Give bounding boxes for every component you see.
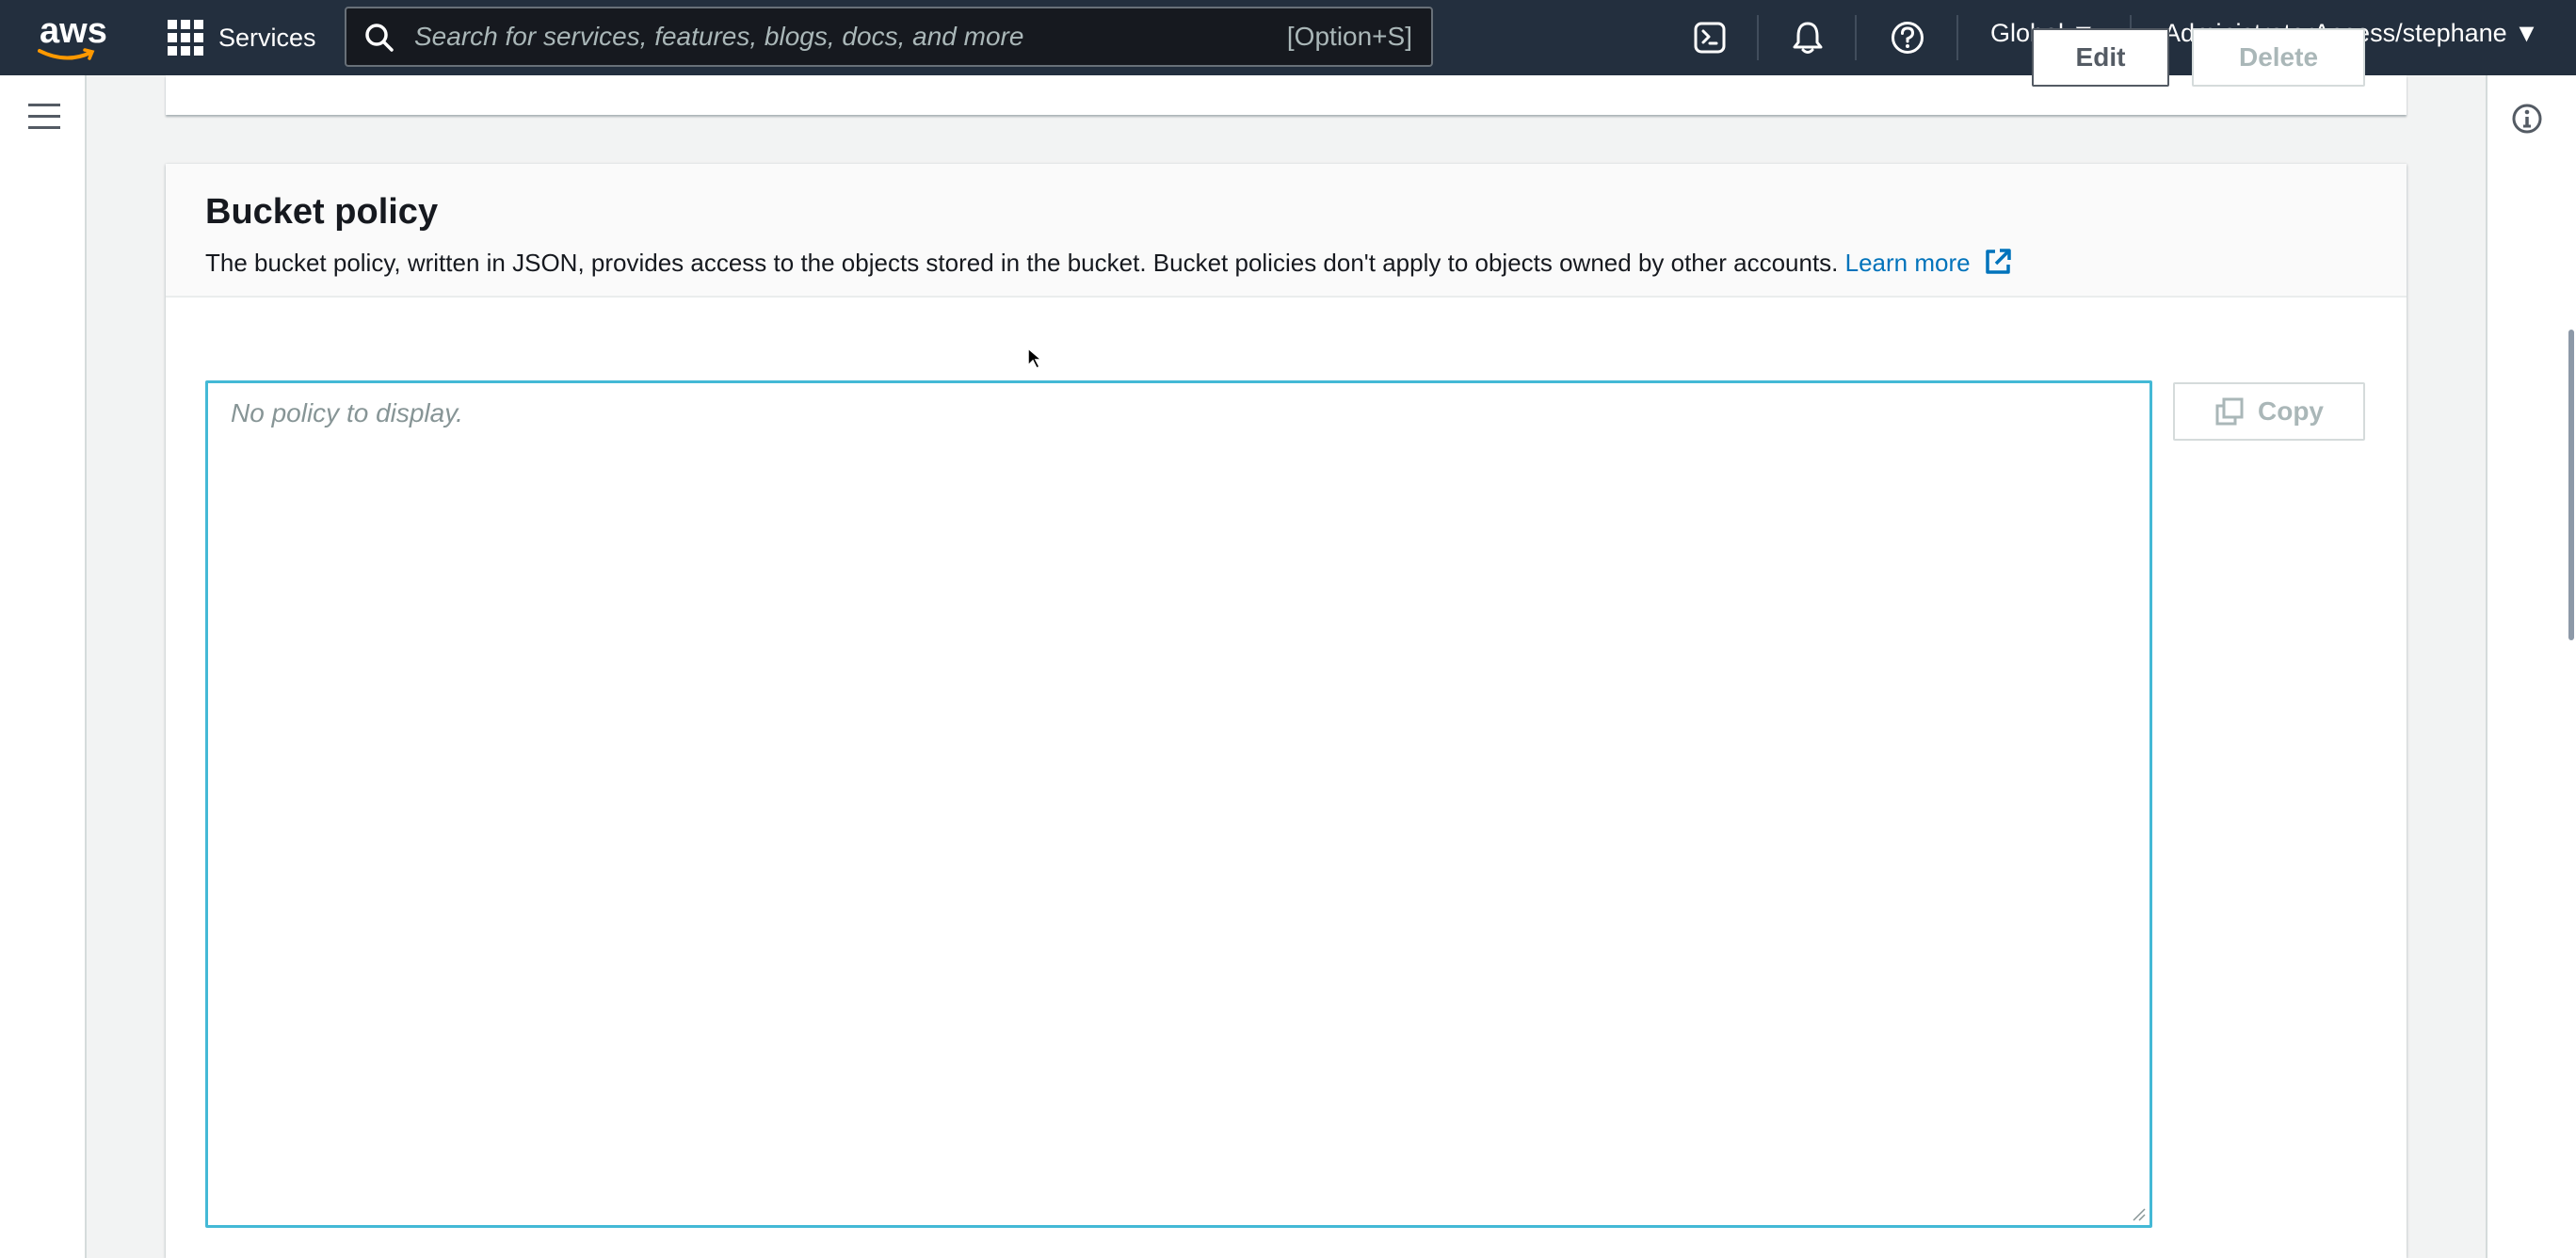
delete-button[interactable]: Delete [2192, 28, 2365, 87]
resize-handle-icon[interactable] [2131, 1206, 2146, 1221]
copy-label: Copy [2258, 396, 2324, 426]
left-sidebar-collapsed [0, 75, 87, 1258]
copy-button[interactable]: Copy [2173, 382, 2365, 441]
nav-divider [1956, 15, 1958, 60]
nav-divider [1855, 15, 1857, 60]
learn-more-link[interactable]: Learn more [1845, 249, 2013, 277]
bucket-policy-description: The bucket policy, written in JSON, prov… [205, 247, 2013, 278]
bell-icon[interactable] [1789, 19, 1827, 56]
global-search-box[interactable]: [Option+S] [345, 7, 1433, 67]
bucket-policy-header: Bucket policy The bucket policy, written… [166, 164, 2407, 298]
search-icon [365, 24, 394, 52]
info-icon[interactable] [2510, 102, 2544, 136]
help-icon[interactable] [1889, 19, 1926, 56]
description-text: The bucket policy, written in JSON, prov… [205, 249, 1839, 277]
services-label: Services [218, 23, 316, 52]
aws-logo[interactable]: aws [34, 8, 109, 66]
aws-logo-text: aws [40, 11, 107, 51]
services-menu-button[interactable]: Services [168, 13, 316, 62]
edit-button[interactable]: Edit [2032, 28, 2169, 87]
learn-more-label: Learn more [1844, 249, 1971, 277]
page-scrollbar-thumb[interactable] [2568, 330, 2574, 640]
external-link-icon [1986, 249, 2011, 274]
hamburger-menu-icon[interactable] [28, 104, 60, 132]
search-shortcut-hint: [Option+S] [1286, 22, 1412, 51]
policy-json-textarea[interactable]: No policy to display. [205, 380, 2152, 1228]
mouse-cursor-icon [1027, 347, 1043, 370]
apps-grid-icon [168, 20, 203, 56]
bucket-policy-title: Bucket policy [205, 192, 439, 232]
copy-icon [2215, 397, 2244, 426]
policy-placeholder: No policy to display. [231, 398, 463, 427]
cloudshell-icon[interactable] [1691, 19, 1729, 56]
right-tools-panel-collapsed [2486, 75, 2576, 1258]
top-navigation-bar: aws Services [Option+S] [0, 0, 2576, 75]
aws-smile-icon [38, 48, 95, 60]
search-input[interactable] [414, 16, 1186, 57]
nav-divider [1757, 15, 1759, 60]
